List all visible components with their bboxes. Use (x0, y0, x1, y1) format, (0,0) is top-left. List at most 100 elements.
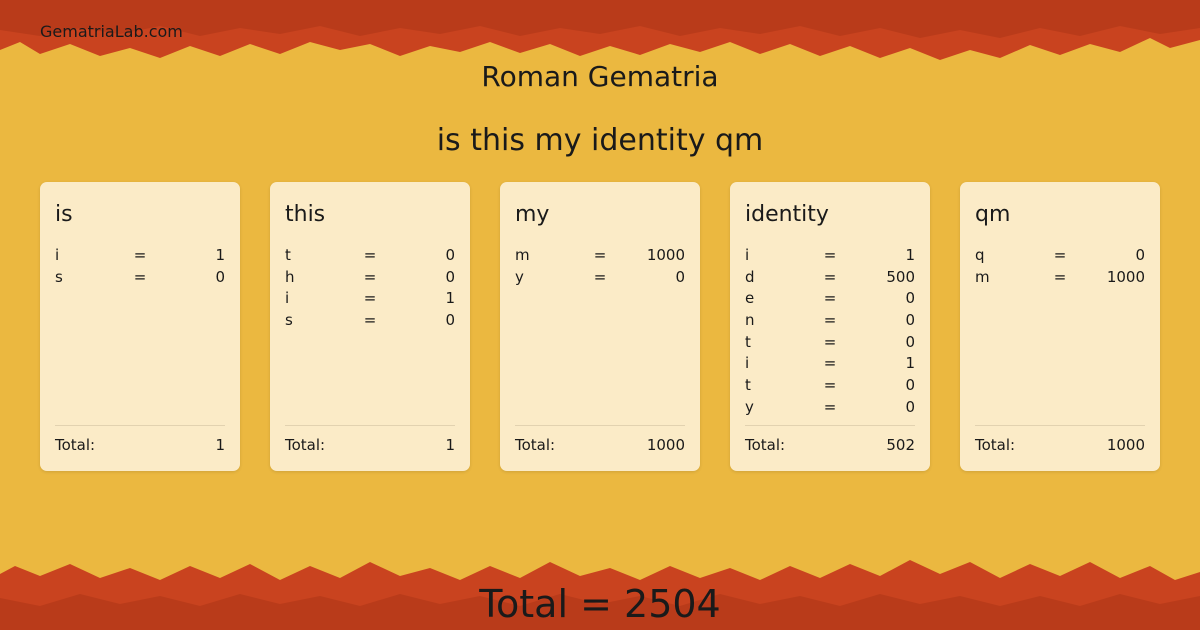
word-card: identity i = 1 d = 500 e = 0 n = 0 t = 0 i = 1 t = 0 y… (730, 182, 930, 471)
equals-sign: = (823, 354, 837, 373)
equals-sign: = (363, 311, 377, 330)
equals-sign: = (823, 246, 837, 264)
letter: s (285, 311, 293, 330)
letter-row: t = 0 (745, 332, 915, 354)
letter: y (515, 267, 524, 286)
word-cards: is i = 1 s = 0 Total: 1 this t = 0 h = 0 i = 1 s = 0 … (40, 182, 1160, 471)
letter-value: 500 (886, 267, 915, 286)
letter: d (745, 267, 755, 286)
letter-list: i = 1 d = 500 e = 0 n = 0 t = 0 i = 1 t = 0 y = 0 (745, 245, 915, 419)
card-total: Total: 1000 (975, 436, 1145, 454)
equals-sign: = (363, 246, 377, 264)
site-name: GematriaLab.com (40, 22, 183, 41)
word-card: this t = 0 h = 0 i = 1 s = 0 Total: 1 (270, 182, 470, 471)
letter-row: y = 0 (745, 397, 915, 419)
letter: m (975, 267, 990, 286)
letter-value: 0 (905, 289, 915, 308)
letter-value: 1 (215, 246, 225, 264)
input-phrase: is this my identity qm (436, 123, 764, 158)
total-label: Total: (515, 436, 556, 454)
letter: i (745, 354, 750, 373)
letter-row: n = 0 (745, 310, 915, 332)
total-value: 1 (215, 436, 225, 454)
letter-value: 0 (445, 267, 455, 286)
letter-row: m = 1000 (975, 267, 1145, 289)
letter-row: i = 1 (745, 245, 915, 267)
letter-value: 0 (1135, 246, 1145, 264)
letter-list: q = 0 m = 1000 (975, 245, 1145, 288)
letter-row: i = 1 (55, 245, 225, 267)
card-divider (285, 425, 455, 426)
total-value: 502 (886, 436, 915, 454)
card-divider (515, 425, 685, 426)
letter-value: 0 (445, 246, 455, 264)
total-label: Total: (55, 436, 96, 454)
word-card: qm q = 0 m = 1000 Total: 1000 (960, 182, 1160, 471)
equals-sign: = (1053, 246, 1067, 264)
letter-value: 1000 (646, 246, 685, 264)
letter-value: 0 (905, 311, 915, 330)
letter: i (745, 246, 750, 264)
equals-sign: = (823, 267, 837, 286)
equals-sign: = (363, 289, 377, 308)
card-total: Total: 1 (285, 436, 455, 454)
equals-sign: = (133, 246, 147, 264)
letter-value: 1 (905, 246, 915, 264)
letter-value: 0 (905, 397, 915, 416)
card-word: is (55, 202, 73, 227)
total-label: Total: (745, 436, 786, 454)
letter-row: h = 0 (285, 267, 455, 289)
letter-row: s = 0 (55, 267, 225, 289)
letter-row: i = 1 (285, 288, 455, 310)
letter-list: m = 1000 y = 0 (515, 245, 685, 288)
letter-row: e = 0 (745, 288, 915, 310)
card-divider (745, 425, 915, 426)
total-label: Total: (285, 436, 326, 454)
letter: n (745, 311, 755, 330)
letter: s (55, 267, 63, 286)
page-title: Roman Gematria (481, 60, 719, 93)
letter-value: 0 (905, 376, 915, 395)
total-value: 1000 (646, 436, 685, 454)
equals-sign: = (1053, 267, 1067, 286)
word-card: is i = 1 s = 0 Total: 1 (40, 182, 240, 471)
letter-row: q = 0 (975, 245, 1145, 267)
letter: y (745, 397, 754, 416)
letter-row: d = 500 (745, 267, 915, 289)
letter: e (745, 289, 755, 308)
total-value: 1 (445, 436, 455, 454)
letter-row: i = 1 (745, 353, 915, 375)
letter-value: 0 (675, 267, 685, 286)
equals-sign: = (823, 311, 837, 330)
card-word: my (515, 202, 550, 227)
letter: q (975, 246, 985, 264)
letter-row: t = 0 (745, 375, 915, 397)
card-total: Total: 1000 (515, 436, 685, 454)
letter: h (285, 267, 295, 286)
letter: t (285, 246, 291, 264)
card-word: identity (745, 202, 829, 227)
word-card: my m = 1000 y = 0 Total: 1000 (500, 182, 700, 471)
letter-value: 0 (905, 332, 915, 351)
letter-value: 1 (445, 289, 455, 308)
equals-sign: = (593, 267, 607, 286)
letter-list: t = 0 h = 0 i = 1 s = 0 (285, 245, 455, 332)
card-word: this (285, 202, 326, 227)
card-word: qm (975, 202, 1011, 227)
equals-sign: = (363, 267, 377, 286)
letter-row: s = 0 (285, 310, 455, 332)
letter-value: 1000 (1106, 267, 1145, 286)
equals-sign: = (593, 246, 607, 264)
equals-sign: = (133, 267, 147, 286)
equals-sign: = (823, 397, 837, 416)
letter-list: i = 1 s = 0 (55, 245, 225, 288)
card-divider (55, 425, 225, 426)
letter: i (285, 289, 290, 308)
letter-value: 1 (905, 354, 915, 373)
letter-row: t = 0 (285, 245, 455, 267)
equals-sign: = (823, 332, 837, 351)
letter: m (515, 246, 530, 264)
card-divider (975, 425, 1145, 426)
letter-value: 0 (215, 267, 225, 286)
card-total: Total: 1 (55, 436, 225, 454)
